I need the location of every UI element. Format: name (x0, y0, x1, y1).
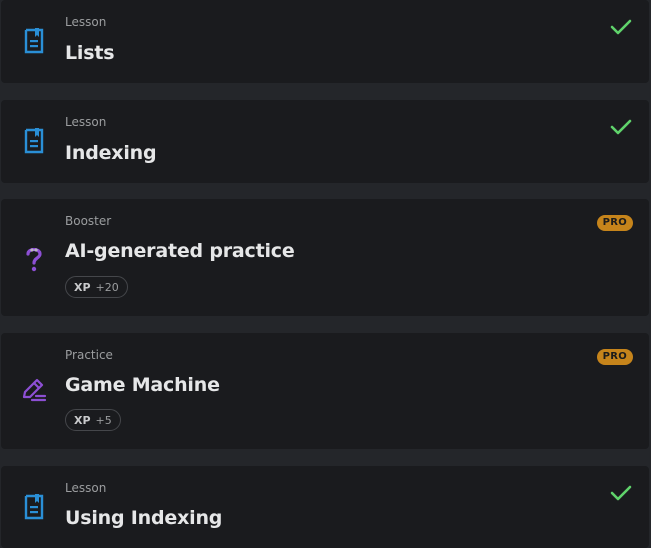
xp-label: XP (74, 413, 91, 427)
check-icon (610, 118, 632, 136)
item-kind: Lesson (65, 115, 107, 129)
list-item-lists[interactable]: Lesson Lists (1, 0, 649, 83)
list-item-game-machine[interactable]: Practice Game Machine PRO XP +5 (1, 333, 649, 449)
xp-badge: XP +5 (65, 409, 121, 431)
pencil-icon (21, 376, 47, 404)
item-title: Indexing (65, 142, 157, 164)
list-item-indexing[interactable]: Lesson Indexing (1, 100, 649, 183)
item-title: Game Machine (65, 374, 220, 396)
check-icon (610, 484, 632, 502)
list-item-ai-generated-practice[interactable]: Booster AI-generated practice PRO XP +20 (1, 199, 649, 316)
xp-label: XP (74, 280, 91, 294)
item-title: AI-generated practice (65, 240, 295, 262)
lesson-doc-icon (21, 27, 47, 55)
item-kind: Lesson (65, 15, 107, 29)
xp-badge: XP +20 (65, 276, 128, 298)
list-item-using-indexing[interactable]: Lesson Using Indexing (1, 466, 649, 548)
question-mark-icon (21, 245, 47, 273)
check-icon (610, 18, 632, 36)
pro-badge: PRO (596, 349, 633, 365)
xp-value: +5 (95, 413, 112, 427)
item-kind: Practice (65, 348, 113, 362)
item-kind: Lesson (65, 481, 107, 495)
lesson-list: Lesson Lists Lesson Indexing Booster AI-… (0, 0, 651, 548)
item-title: Lists (65, 42, 115, 64)
pro-badge: PRO (596, 215, 633, 231)
item-kind: Booster (65, 214, 112, 228)
item-title: Using Indexing (65, 507, 223, 529)
lesson-doc-icon (21, 127, 47, 155)
xp-value: +20 (95, 280, 119, 294)
lesson-doc-icon (21, 493, 47, 521)
